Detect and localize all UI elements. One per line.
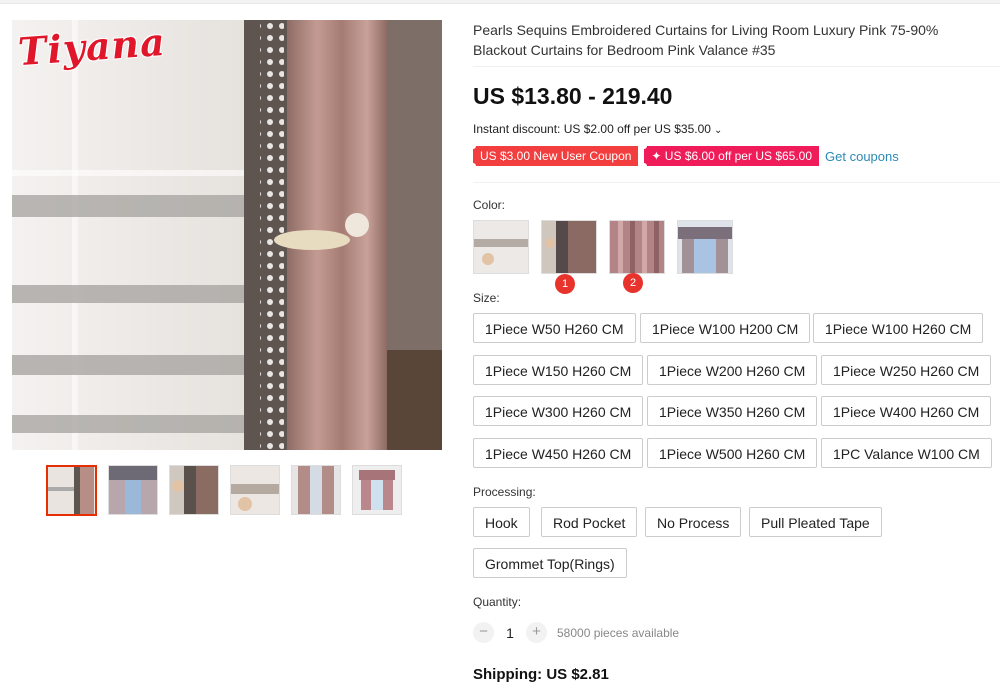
processing-option-hook[interactable]: Hook xyxy=(473,507,530,537)
color-swatch-3[interactable] xyxy=(609,220,665,274)
annotation-badge-1: 1 xyxy=(555,274,575,294)
size-option[interactable]: 1PC Valance W100 CM xyxy=(821,438,992,468)
processing-option-rod-pocket[interactable]: Rod Pocket xyxy=(541,507,638,537)
size-option[interactable]: 1Piece W150 H260 CM xyxy=(473,355,644,385)
size-option[interactable]: 1Piece W400 H260 CM xyxy=(821,396,992,426)
size-option[interactable]: 1Piece W450 H260 CM xyxy=(473,438,644,468)
size-option[interactable]: 1Piece W50 H260 CM xyxy=(473,313,636,343)
processing-option-no-process[interactable]: No Process xyxy=(645,507,742,537)
store-coupon[interactable]: ✦ US $6.00 off per US $65.00 xyxy=(641,143,820,169)
thumbnail-2[interactable] xyxy=(108,465,158,515)
size-option[interactable]: 1Piece W350 H260 CM xyxy=(647,396,818,426)
processing-option-grommet-top[interactable]: Grommet Top(Rings) xyxy=(473,548,627,578)
thumbnail-5[interactable] xyxy=(291,465,341,515)
color-swatches xyxy=(473,220,733,274)
color-swatch-4[interactable] xyxy=(677,220,733,274)
instant-discount[interactable]: Instant discount: US $2.00 off per US $3… xyxy=(473,122,722,136)
processing-label: Processing: xyxy=(473,485,536,499)
curtain-photo xyxy=(12,20,442,450)
thumbnail-6[interactable] xyxy=(352,465,402,515)
divider xyxy=(473,66,1000,67)
quantity-label: Quantity: xyxy=(473,595,522,609)
annotation-badge-2: 2 xyxy=(623,273,643,293)
instant-discount-text: Instant discount: US $2.00 off per US $3… xyxy=(473,122,711,136)
thumbnail-strip xyxy=(46,465,402,516)
processing-option-pull-pleated-tape[interactable]: Pull Pleated Tape xyxy=(749,507,882,537)
stock-available: 58000 pieces available xyxy=(557,625,680,640)
thumbnail-4[interactable] xyxy=(230,465,280,515)
coupon-row: US $3.00 New User Coupon ✦ US $6.00 off … xyxy=(469,143,899,169)
size-option[interactable]: 1Piece W100 H260 CM xyxy=(813,313,984,343)
size-option[interactable]: 1Piece W500 H260 CM xyxy=(647,438,818,468)
quantity-value[interactable]: 1 xyxy=(494,625,526,641)
size-option[interactable]: 1Piece W300 H260 CM xyxy=(473,396,644,426)
new-user-coupon[interactable]: US $3.00 New User Coupon xyxy=(469,143,639,169)
size-option[interactable]: 1Piece W200 H260 CM xyxy=(647,355,818,385)
main-product-image[interactable]: Tiyana xyxy=(12,20,442,450)
divider xyxy=(473,182,1000,183)
top-border xyxy=(0,0,1000,4)
price: US $13.80 - 219.40 xyxy=(473,83,673,109)
thumbnail-3[interactable] xyxy=(169,465,219,515)
color-swatch-2[interactable] xyxy=(541,220,597,274)
product-title: Pearls Sequins Embroidered Curtains for … xyxy=(473,22,939,58)
color-swatch-1[interactable] xyxy=(473,220,529,274)
get-coupons-link[interactable]: Get coupons xyxy=(825,149,899,164)
quantity-plus-button[interactable]: + xyxy=(526,622,547,643)
size-option[interactable]: 1Piece W250 H260 CM xyxy=(821,355,992,385)
chevron-down-icon: ⌄ xyxy=(713,125,723,136)
size-label: Size: xyxy=(473,291,500,305)
quantity-stepper: − 1 + 58000 pieces available xyxy=(473,622,679,643)
shipping-cost: Shipping: US $2.81 xyxy=(473,666,609,683)
thumbnail-1[interactable] xyxy=(46,465,97,516)
size-option[interactable]: 1Piece W100 H200 CM xyxy=(640,313,811,343)
color-label: Color: xyxy=(473,198,506,212)
quantity-minus-button[interactable]: − xyxy=(473,622,494,643)
